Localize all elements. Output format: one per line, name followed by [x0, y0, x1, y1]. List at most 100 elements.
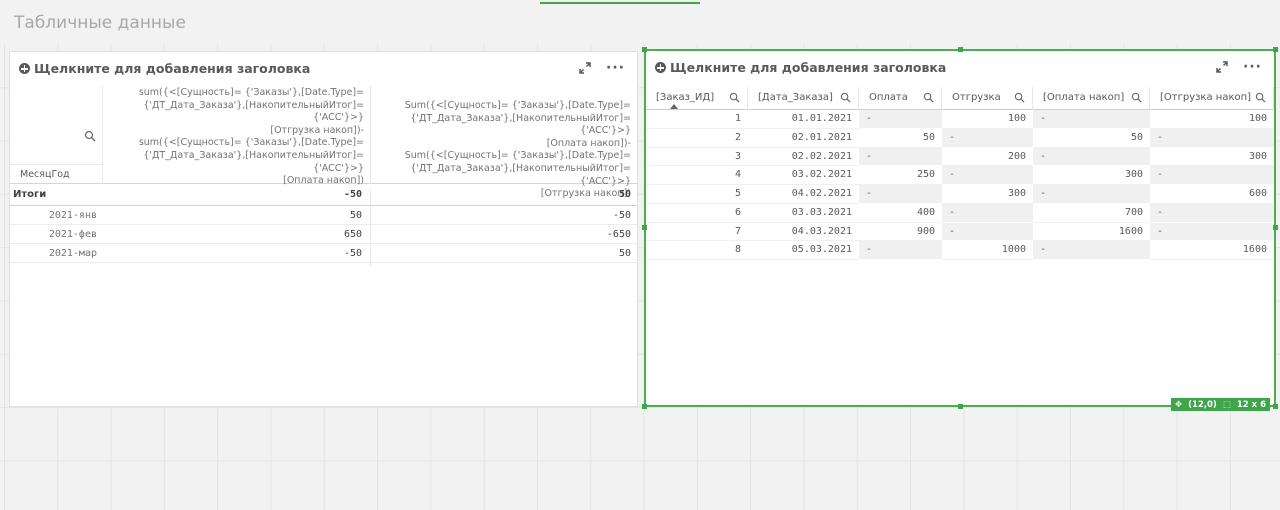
pivot-cell-m2: 50 — [618, 248, 631, 259]
plus-circle-icon — [655, 62, 666, 73]
panel-tools: ··· — [578, 61, 625, 75]
measure2-header[interactable]: Sum({<[Сущность]= {'Заказы'},[Date.Type]… — [371, 86, 637, 199]
search-icon[interactable] — [1131, 92, 1142, 103]
null-cell: - — [942, 166, 1033, 185]
column-header[interactable]: Отгрузка — [942, 87, 1033, 110]
table-row[interactable]: 4 03.02.2021 250-300- — [646, 166, 1274, 185]
table-cell: 02.01.2021 — [748, 129, 859, 148]
table-cell: 3 — [646, 148, 748, 167]
table-row[interactable]: 8 05.03.2021-1000-1600 — [646, 241, 1274, 260]
panel-title-left[interactable]: Щелкните для добавления заголовка — [19, 61, 310, 76]
pivot-header: МесяцГод sum({<[Сущность]= {'Заказы'},[D… — [10, 86, 637, 199]
null-cell: - — [1033, 147, 1150, 167]
null-cell: - — [1150, 203, 1274, 223]
null-cell: - — [1033, 110, 1150, 129]
table-row[interactable]: 5 04.02.2021-300-600 — [646, 185, 1274, 204]
panel-tools: ··· — [1215, 60, 1262, 74]
pivot-cell-m2: -50 — [612, 210, 631, 221]
expand-icon[interactable] — [1215, 60, 1229, 74]
table-row[interactable]: 7 04.03.2021 900-1600- — [646, 222, 1274, 242]
table-cell: 04.03.2021 — [748, 223, 859, 242]
move-icon: ✥ — [1174, 399, 1183, 410]
totals-row: Итоги -50 50 — [10, 184, 637, 210]
table-row[interactable]: 3 02.02.2021-200-300 — [646, 147, 1274, 167]
search-icon[interactable] — [840, 92, 851, 103]
resize-handle[interactable] — [1273, 225, 1278, 230]
dimension-header[interactable]: МесяцГод — [10, 86, 103, 184]
table-cell: 300 — [1150, 148, 1274, 167]
resize-handle[interactable] — [642, 47, 647, 52]
table-cell: 6 — [646, 204, 748, 223]
measure-expression-line: {'ДТ_Дата_Заказа'},[НакопительныйИтог]= … — [410, 112, 631, 137]
panel-title-text: Щелкните для добавления заголовка — [34, 61, 311, 76]
measure1-header[interactable]: sum({<[Сущность]= {'Заказы'},[Date.Type]… — [103, 86, 371, 186]
table-cell: 1600 — [1150, 241, 1274, 260]
measure-expression-line: {'ДТ_Дата_Заказа'},[НакопительныйИтог]= … — [143, 149, 364, 174]
table-cell: 04.02.2021 — [748, 185, 859, 204]
null-cell: - — [859, 110, 942, 129]
table-cell: 1600 — [1033, 223, 1150, 242]
null-cell: - — [1150, 128, 1274, 148]
badge-size: 12 x 6 — [1236, 399, 1266, 410]
more-icon[interactable]: ··· — [606, 61, 625, 75]
search-icon[interactable] — [729, 92, 740, 103]
pivot-cell-m1: -50 — [103, 248, 371, 266]
table-row[interactable]: 2 02.01.2021 50-50- — [646, 128, 1274, 148]
expand-icon[interactable] — [578, 61, 592, 75]
search-icon[interactable] — [1014, 92, 1025, 103]
column-header[interactable]: Оплата — [859, 87, 942, 110]
table-cell: 01.01.2021 — [748, 110, 859, 129]
search-icon[interactable] — [923, 92, 934, 103]
totals-label: Итоги — [13, 189, 47, 200]
table-cell: 5 — [646, 185, 748, 204]
resize-handle[interactable] — [958, 404, 963, 409]
measure-expression-line: Sum({<[Сущность]= {'Заказы'},[Date.Type]… — [404, 150, 631, 162]
table-cell: 2 — [646, 129, 748, 148]
pivot-table: МесяцГод sum({<[Сущность]= {'Заказы'},[D… — [10, 86, 637, 266]
column-header[interactable]: [Заказ_ИД] — [646, 87, 748, 110]
table-cell: 8 — [646, 241, 748, 260]
column-header-label: [Дата_Заказа] — [758, 92, 833, 103]
search-icon[interactable] — [84, 130, 96, 142]
column-header-label: [Оплата накоп] — [1043, 92, 1125, 103]
panel-title-right[interactable]: Щелкните для добавления заголовка — [655, 60, 946, 75]
resize-handle[interactable] — [642, 404, 647, 409]
column-header-label: [Отгрузка накоп] — [1160, 92, 1252, 103]
table-header: [Заказ_ИД] [Дата_Заказа] Оплата Отгрузка [Оп… — [646, 87, 1274, 110]
resize-handle[interactable] — [642, 225, 647, 230]
null-cell: - — [1033, 241, 1150, 260]
panel-title-text: Щелкните для добавления заголовка — [670, 60, 947, 75]
pivot-row[interactable]: 2021-фев 650 -650 — [10, 225, 637, 247]
table-row[interactable]: 6 03.03.2021 400-700- — [646, 203, 1274, 223]
pivot-row[interactable]: 2021-янв 50 -50 — [10, 206, 637, 228]
column-header[interactable]: [Дата_Заказа] — [748, 87, 859, 110]
resize-handle[interactable] — [958, 47, 963, 52]
straight-table-panel[interactable]: Щелкните для добавления заголовка ··· [З… — [642, 47, 1278, 411]
null-cell: - — [942, 203, 1033, 223]
sort-ascending-icon[interactable] — [670, 104, 678, 109]
measure-expression-line: sum({<[Сущность]= {'Заказы'},[Date.Type]… — [138, 87, 364, 98]
measure-expression-line: [Отгрузка накоп])- — [270, 124, 364, 136]
table-cell: 50 — [859, 129, 942, 148]
resize-handle[interactable] — [1273, 47, 1278, 52]
table-cell: 300 — [942, 185, 1033, 204]
table-cell: 700 — [1033, 204, 1150, 223]
measure-expression-line: [Оплата накоп])- — [546, 137, 631, 149]
column-header[interactable]: [Отгрузка накоп] — [1150, 87, 1274, 110]
table-cell: 200 — [942, 148, 1033, 167]
column-header[interactable]: [Оплата накоп] — [1033, 87, 1150, 110]
position-badge: ✥ (12,0) ⬚ 12 x 6 — [1170, 398, 1270, 411]
search-icon[interactable] — [1255, 92, 1266, 103]
pivot-row[interactable]: 2021-мар -50 50 — [10, 244, 637, 266]
table-cell: 400 — [859, 204, 942, 223]
table-cell: 7 — [646, 223, 748, 242]
table-cell: 05.03.2021 — [748, 241, 859, 260]
null-cell: - — [1033, 185, 1150, 204]
table-row[interactable]: 1 01.01.2021-100-100 — [646, 110, 1274, 129]
resize-handle[interactable] — [1273, 404, 1278, 409]
more-icon[interactable]: ··· — [1243, 60, 1262, 74]
table-cell: 1 — [646, 110, 748, 129]
table-cell: 600 — [1150, 185, 1274, 204]
table-cell: 100 — [1150, 110, 1274, 129]
pivot-table-panel[interactable]: Щелкните для добавления заголовка ··· Ме… — [9, 51, 638, 407]
